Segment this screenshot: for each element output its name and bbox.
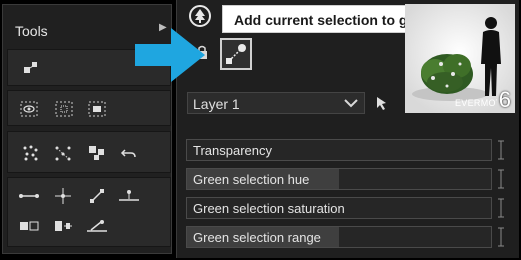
chevron-down-icon [344,99,358,108]
group-tree-button[interactable] [188,4,212,28]
select-all-icon [55,101,73,117]
preview-thumbnail[interactable]: EVERMOTION 6 [405,4,515,113]
select-visible-tool-button[interactable] [16,97,42,121]
thumbnail-count: 6 [498,87,511,112]
spline-tool-button[interactable] [50,141,76,165]
blocks-icon [89,146,104,160]
pick-layer-button[interactable] [374,95,390,111]
add-selection-to-group-button[interactable] [220,38,252,70]
scatter-tool-button[interactable] [18,141,44,165]
tree-plus-icon [189,5,211,27]
select-all-tool-button[interactable] [51,97,77,121]
tool-group-2 [7,90,171,126]
tool-group-4 [7,177,171,247]
slider-label: Green selection hue [193,172,310,187]
drop-surface-icon [119,190,139,201]
line-points-icon [19,194,39,198]
slider-label: Green selection range [193,230,321,245]
move-tool-button[interactable] [50,184,76,208]
select-inverse-icon [88,101,106,117]
slider-label: Transparency [193,143,272,158]
green-hue-slider[interactable]: Green selection hue [186,168,492,190]
align-to-surface-tool-button[interactable] [84,214,110,238]
align-line-tool-button[interactable] [16,184,42,208]
slider-grip-icon[interactable] [498,169,504,189]
distribute-icon [55,221,72,231]
slider-grip-icon[interactable] [498,140,504,160]
undo-icon [120,149,136,158]
replace-tool-button[interactable] [16,214,42,238]
select-inverse-tool-button[interactable] [84,97,110,121]
scatter-points-icon [23,145,38,161]
tooltip: Add current selection to group [222,5,439,33]
distribute-tool-button[interactable] [50,214,76,238]
tool-group-3 [7,131,171,173]
slider-grip-icon[interactable] [498,198,504,218]
transparency-slider[interactable]: Transparency [186,139,492,161]
brand-watermark: EVERMOTION [455,98,497,108]
layer-dropdown[interactable]: Layer 1 [187,92,365,114]
layer-dropdown-value: Layer 1 [193,96,240,112]
align-surface-icon [87,220,107,232]
tools-title: Tools [15,23,48,39]
green-saturation-slider[interactable]: Green selection saturation [186,197,492,219]
slider-grip-icon[interactable] [498,227,504,247]
slider-label: Green selection saturation [193,201,345,216]
scale-icon [90,189,104,203]
scale-tool-button[interactable] [84,184,110,208]
add-point-tool-button[interactable] [18,56,44,80]
eye-select-icon [20,101,38,117]
blocks-tool-button[interactable] [84,141,110,165]
cursor-arrow-icon [377,97,386,110]
green-range-slider[interactable]: Green selection range [186,226,492,248]
undo-tool-button[interactable] [116,141,142,165]
drop-to-surface-tool-button[interactable] [116,184,142,208]
annotation-arrow-icon [135,28,205,82]
move-arrows-icon [55,188,71,204]
add-point-icon [24,62,37,73]
spline-icon [55,146,71,161]
replace-icon [20,221,39,231]
add-selection-icon [226,44,246,64]
